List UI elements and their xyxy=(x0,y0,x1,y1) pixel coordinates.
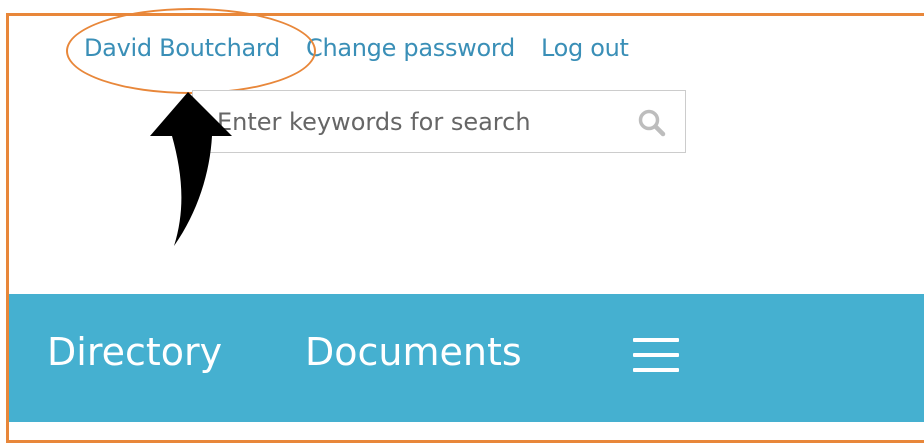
user-links: David Boutchard Change password Log out xyxy=(84,34,629,62)
search-icon[interactable] xyxy=(637,108,667,138)
main-navbar: Directory Documents xyxy=(9,294,924,422)
search-box xyxy=(192,90,686,153)
change-password-link[interactable]: Change password xyxy=(306,34,515,62)
log-out-link[interactable]: Log out xyxy=(541,34,629,62)
user-name-link[interactable]: David Boutchard xyxy=(84,34,280,62)
search-input[interactable] xyxy=(215,106,639,137)
nav-item-documents[interactable]: Documents xyxy=(305,330,522,374)
hamburger-menu-icon[interactable] xyxy=(633,336,679,374)
nav-item-directory[interactable]: Directory xyxy=(47,330,222,374)
